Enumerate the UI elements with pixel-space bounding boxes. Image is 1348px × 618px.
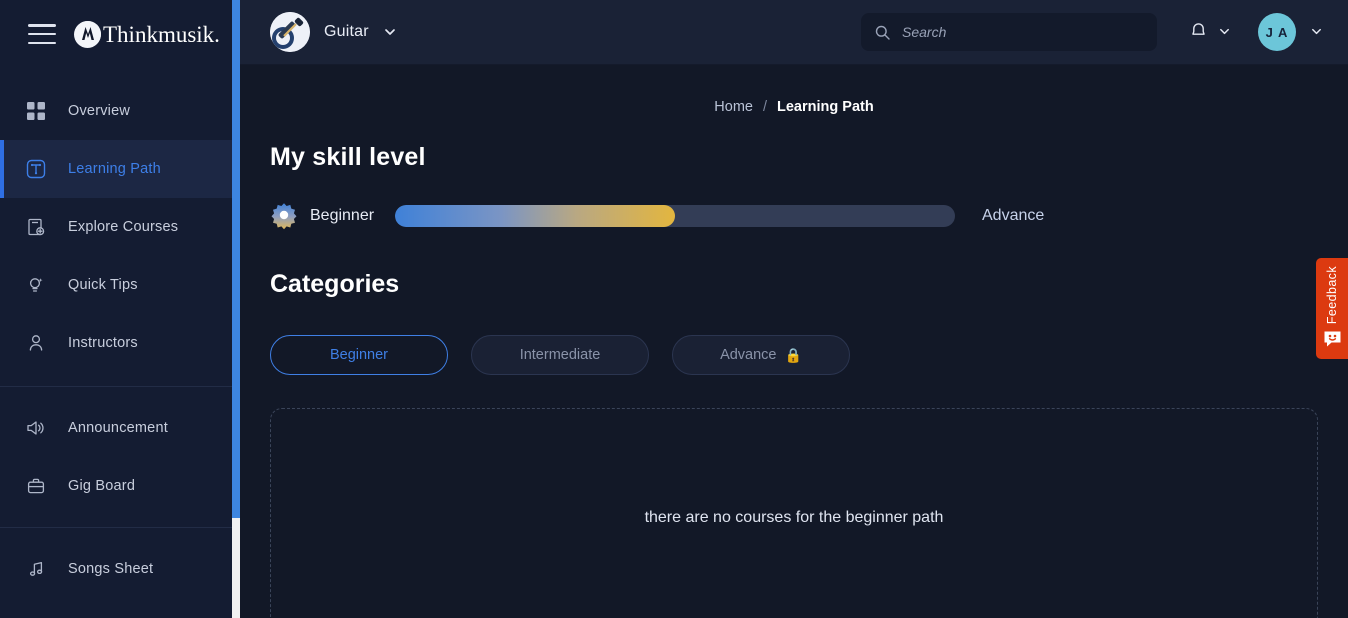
- lock-icon: 🔒: [784, 346, 802, 363]
- sidebar-item-learning-path[interactable]: Learning Path: [0, 140, 240, 198]
- sidebar-item-label: Instructors: [68, 335, 138, 351]
- feedback-tab[interactable]: Feedback: [1316, 258, 1348, 359]
- category-label: Intermediate: [519, 347, 601, 363]
- sidebar: Thinkmusik. Overview Learning Path Explo…: [0, 0, 240, 618]
- book-explore-icon: [26, 217, 46, 237]
- skill-badge-icon: [270, 202, 298, 230]
- instrument-selector[interactable]: Guitar: [270, 12, 397, 52]
- learning-path-icon: [26, 159, 46, 179]
- categories-title: Categories: [270, 270, 400, 298]
- breadcrumb: Home / Learning Path: [270, 65, 1318, 115]
- skill-target-label: Advance: [982, 207, 1045, 224]
- feedback-label: Feedback: [1325, 266, 1339, 325]
- avatar: J A: [1258, 13, 1296, 51]
- sidebar-item-label: Overview: [68, 103, 131, 119]
- feedback-smiley-icon: [1323, 330, 1342, 353]
- sidebar-item-gig-board[interactable]: Gig Board: [0, 457, 240, 515]
- breadcrumb-home[interactable]: Home: [714, 99, 753, 115]
- music-mark-icon: [74, 20, 101, 48]
- sidebar-item-label: Learning Path: [68, 161, 161, 177]
- sidebar-item-quick-tips[interactable]: Quick Tips: [0, 256, 240, 314]
- sidebar-header: Thinkmusik.: [0, 0, 240, 68]
- sidebar-item-label: Songs Sheet: [68, 561, 154, 577]
- instrument-name: Guitar: [324, 23, 369, 40]
- content-area: Home / Learning Path My skill level Begi…: [240, 65, 1348, 618]
- sidebar-nav: Overview Learning Path Explore Courses Q…: [0, 68, 240, 618]
- bell-icon: [1189, 20, 1208, 45]
- sidebar-item-label: Gig Board: [68, 478, 136, 494]
- app-root: Thinkmusik. Overview Learning Path Explo…: [0, 0, 1348, 618]
- skill-level-row: Beginner Advance: [270, 202, 1318, 230]
- sidebar-item-overview[interactable]: Overview: [0, 82, 240, 140]
- chevron-down-icon[interactable]: [1218, 25, 1232, 39]
- sidebar-item-label: Quick Tips: [68, 277, 138, 293]
- sidebar-item-songs-sheet[interactable]: Songs Sheet: [0, 540, 240, 598]
- category-label: Advance: [720, 347, 777, 363]
- top-bar: Guitar Search J A: [240, 0, 1348, 65]
- hamburger-menu-icon[interactable]: [28, 24, 56, 44]
- sidebar-item-label: Explore Courses: [68, 219, 179, 235]
- guitar-avatar-icon: [270, 12, 310, 52]
- sidebar-divider: [0, 527, 240, 528]
- notifications-button[interactable]: [1189, 20, 1232, 45]
- sidebar-item-label: Announcement: [68, 420, 168, 436]
- brand-name: Thinkmusik.: [103, 21, 220, 47]
- main-area: Guitar Search J A Home / Learning Path M…: [240, 0, 1348, 618]
- courses-empty-panel: there are no courses for the beginner pa…: [270, 408, 1318, 618]
- category-label: Beginner: [329, 347, 389, 363]
- skill-progress-fill: [395, 205, 675, 227]
- breadcrumb-separator: /: [762, 99, 768, 115]
- sidebar-item-explore-courses[interactable]: Explore Courses: [0, 198, 240, 256]
- skill-progress-bar: [395, 205, 955, 227]
- user-icon: [26, 333, 46, 353]
- page-title: My skill level: [270, 143, 426, 171]
- skill-level-label: Beginner: [310, 207, 375, 224]
- briefcase-icon: [26, 476, 46, 496]
- category-tab-advance[interactable]: Advance 🔒: [672, 335, 850, 375]
- grid-dashboard-icon: [26, 101, 46, 121]
- breadcrumb-current: Learning Path: [777, 99, 874, 115]
- lightbulb-icon: [26, 275, 46, 295]
- chevron-down-icon[interactable]: [383, 25, 397, 39]
- user-menu[interactable]: J A: [1258, 13, 1324, 51]
- search-box[interactable]: [861, 13, 1157, 51]
- category-tabs: Beginner Intermediate Advance 🔒: [270, 335, 1318, 375]
- search-icon: [875, 25, 890, 40]
- sidebar-item-instructors[interactable]: Instructors: [0, 314, 240, 372]
- empty-state-message: there are no courses for the beginner pa…: [644, 509, 944, 526]
- sidebar-scrollbar[interactable]: [232, 0, 240, 618]
- sidebar-item-my-list[interactable]: My List: [0, 598, 240, 618]
- brand-logo[interactable]: Thinkmusik.: [74, 20, 220, 48]
- search-input[interactable]: [902, 24, 1143, 40]
- category-tab-intermediate[interactable]: Intermediate: [471, 335, 649, 375]
- music-note-icon: [26, 559, 46, 579]
- sidebar-item-announcement[interactable]: Announcement: [0, 399, 240, 457]
- chevron-down-icon[interactable]: [1310, 25, 1324, 39]
- speaker-announcement-icon: [26, 418, 46, 438]
- sidebar-divider: [0, 386, 240, 387]
- sidebar-scrollbar-thumb[interactable]: [232, 0, 240, 518]
- category-tab-beginner[interactable]: Beginner: [270, 335, 448, 375]
